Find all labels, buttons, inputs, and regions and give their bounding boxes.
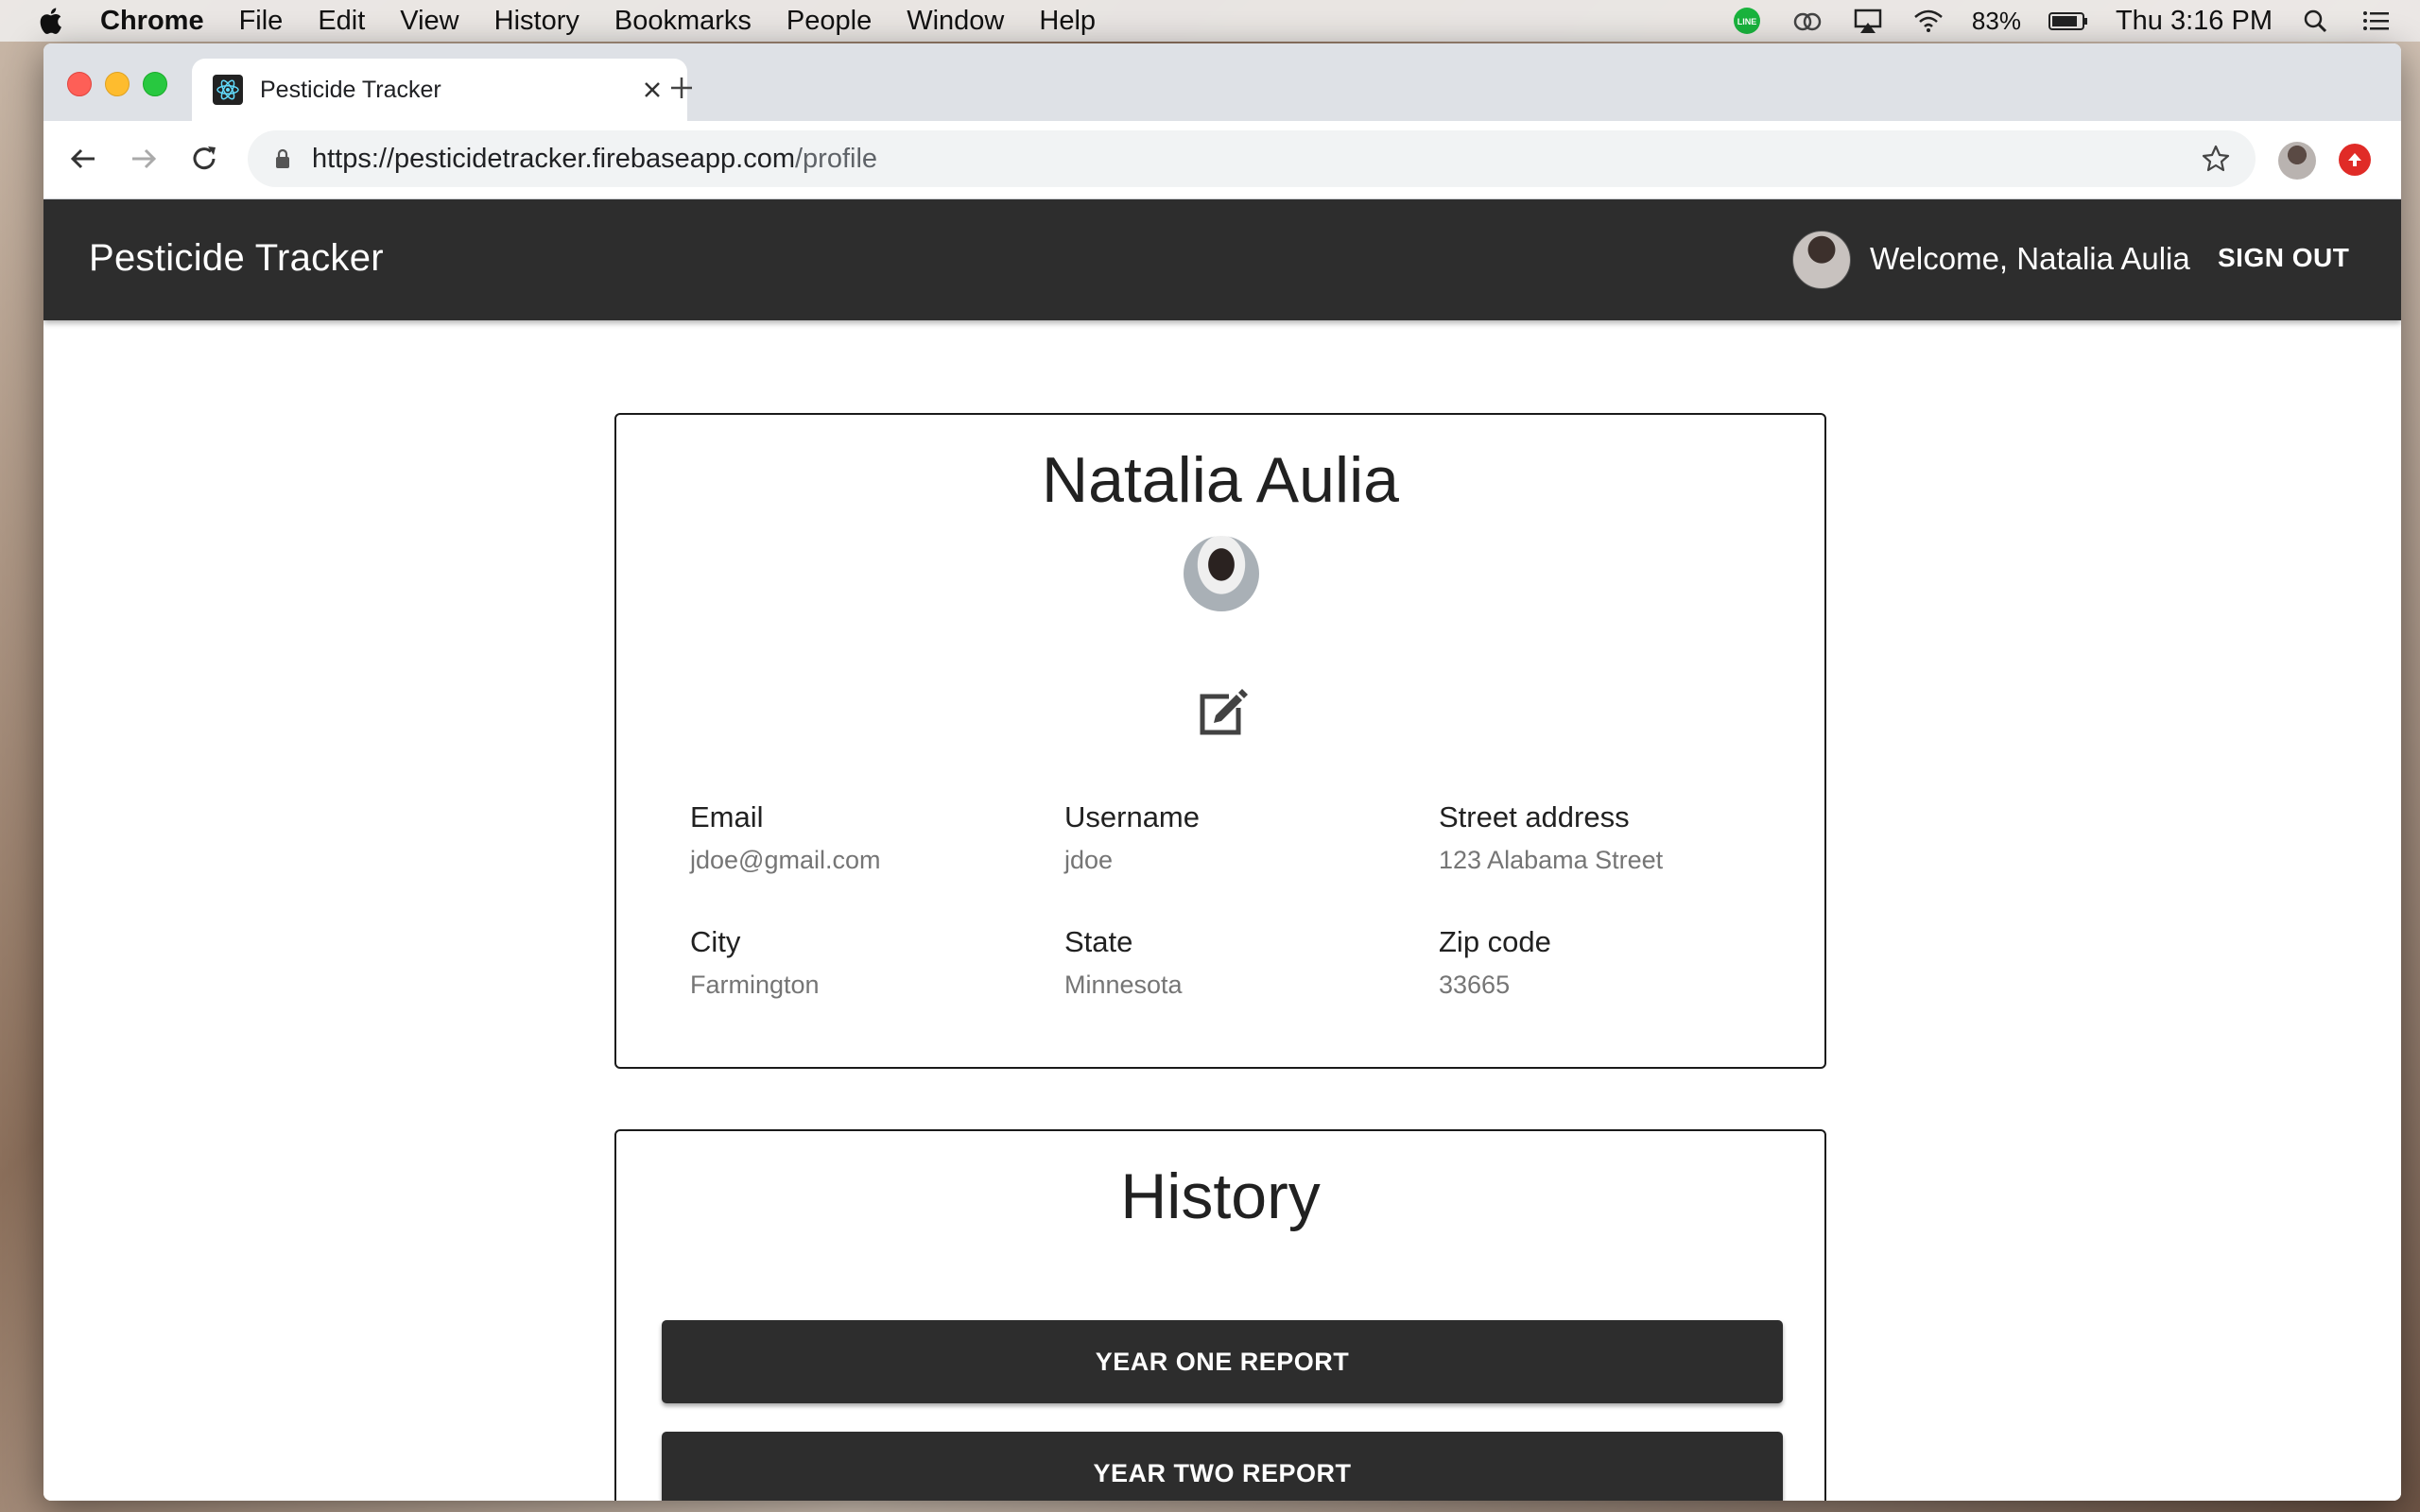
tab-close-icon[interactable] (642, 79, 663, 100)
battery-percent: 83% (1971, 6, 2021, 35)
window-close-button[interactable] (67, 72, 92, 96)
extension-upload-icon[interactable] (2339, 144, 2371, 176)
brand-title[interactable]: Pesticide Tracker (89, 237, 384, 280)
username-field: Username jdoe (1064, 800, 1424, 875)
menu-bookmarks[interactable]: Bookmarks (614, 6, 752, 37)
state-field: State Minnesota (1064, 925, 1424, 1000)
wifi-icon[interactable] (1911, 7, 1945, 35)
svg-text:LINE: LINE (1737, 17, 1757, 26)
city-label: City (690, 925, 741, 958)
profile-avatar (1184, 536, 1259, 611)
city-value: Farmington (690, 971, 820, 999)
zip-code-label: Zip code (1439, 925, 1551, 958)
window-minimize-button[interactable] (105, 72, 130, 96)
react-favicon-icon (213, 75, 243, 105)
street-address-value: 123 Alabama Street (1439, 846, 1664, 874)
bookmark-star-icon[interactable] (2201, 144, 2231, 174)
url-text[interactable]: https://pesticidetracker.firebaseapp.com… (312, 144, 2201, 175)
menu-file[interactable]: File (239, 6, 284, 37)
state-label: State (1064, 925, 1133, 958)
menu-people[interactable]: People (786, 6, 872, 37)
spotlight-search-icon[interactable] (2299, 7, 2333, 35)
menu-edit[interactable]: Edit (318, 6, 365, 37)
history-card: History YEAR ONE REPORT YEAR TWO REPORT (614, 1129, 1826, 1501)
year-two-report-button[interactable]: YEAR TWO REPORT (662, 1432, 1783, 1501)
zip-code-field: Zip code 33665 (1439, 925, 1798, 1000)
lock-icon[interactable] (274, 148, 291, 169)
macos-menubar: Chrome File Edit View History Bookmarks … (0, 0, 2420, 42)
app-bar: Pesticide Tracker Welcome, Natalia Aulia… (43, 199, 2401, 320)
history-title: History (1120, 1160, 1321, 1232)
zip-code-value: 33665 (1439, 971, 1511, 999)
menu-help[interactable]: Help (1039, 6, 1096, 37)
status-area: LINE 83% Thu 3:16 PM (1730, 0, 2420, 42)
airplay-icon[interactable] (1851, 7, 1885, 35)
profile-name: Natalia Aulia (1041, 444, 1400, 516)
back-arrow-icon[interactable] (64, 140, 102, 178)
battery-icon[interactable] (2048, 7, 2089, 35)
year-one-report-button[interactable]: YEAR ONE REPORT (662, 1320, 1783, 1403)
url-host: https://pesticidetracker.firebaseapp.com (312, 143, 795, 174)
profile-card: Natalia Aulia Email jdoe@gmail.com Usern… (614, 413, 1826, 1069)
tab-strip: Pesticide Tracker (43, 43, 2401, 121)
tab-title: Pesticide Tracker (260, 76, 441, 103)
reload-icon[interactable] (185, 140, 223, 178)
clock[interactable]: Thu 3:16 PM (2116, 6, 2273, 37)
browser-tab[interactable]: Pesticide Tracker (192, 59, 687, 121)
window-maximize-button[interactable] (143, 72, 167, 96)
address-bar[interactable]: https://pesticidetracker.firebaseapp.com… (248, 130, 2256, 187)
street-address-label: Street address (1439, 800, 1630, 833)
url-path: /profile (794, 143, 878, 174)
notification-center-icon[interactable] (2360, 7, 2394, 35)
app-page: Pesticide Tracker Welcome, Natalia Aulia… (43, 199, 2401, 1501)
menu-history[interactable]: History (494, 6, 579, 37)
browser-window: Pesticide Tracker https://pesticidetrack… (43, 43, 2401, 1501)
creative-cloud-icon[interactable] (1790, 7, 1824, 35)
email-label: Email (690, 800, 764, 833)
sign-out-button[interactable]: SIGN OUT (2218, 243, 2349, 273)
state-value: Minnesota (1064, 971, 1183, 999)
city-field: City Farmington (690, 925, 1049, 1000)
username-value: jdoe (1064, 846, 1114, 874)
menu-app-name[interactable]: Chrome (100, 6, 204, 37)
browser-toolbar: https://pesticidetracker.firebaseapp.com… (43, 121, 2401, 199)
profile-avatar-icon[interactable] (2278, 142, 2316, 180)
apple-icon[interactable] (36, 5, 68, 37)
email-value: jdoe@gmail.com (690, 846, 881, 874)
edit-icon[interactable] (1195, 689, 1250, 740)
email-field: Email jdoe@gmail.com (690, 800, 1049, 875)
username-label: Username (1064, 800, 1200, 833)
line-app-icon[interactable]: LINE (1730, 7, 1764, 35)
new-tab-plus-icon[interactable] (667, 74, 696, 102)
menu-window[interactable]: Window (907, 6, 1004, 37)
user-avatar (1792, 231, 1851, 289)
menu-view[interactable]: View (400, 6, 458, 37)
forward-arrow-icon[interactable] (125, 140, 163, 178)
welcome-text: Welcome, Natalia Aulia (1870, 241, 2190, 276)
street-address-field: Street address 123 Alabama Street (1439, 800, 1798, 875)
